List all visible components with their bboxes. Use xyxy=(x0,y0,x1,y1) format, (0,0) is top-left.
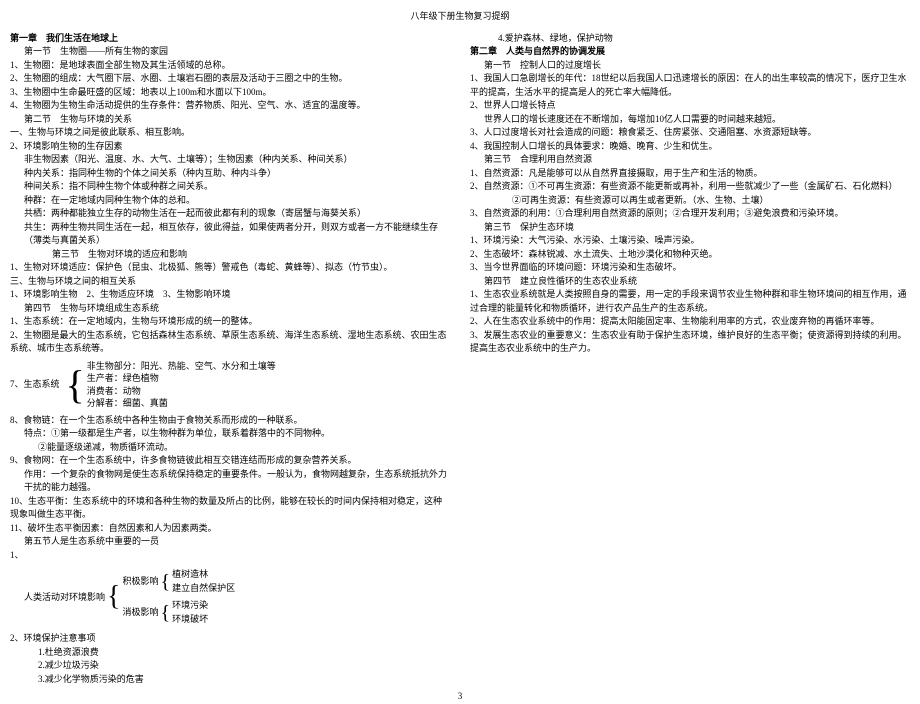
text-line: 10、生态平衡：生态系统中的环境和各种生物的数量及所占的比例，能够在较长的时间内… xyxy=(10,495,450,522)
impact-tree: 人类活动对环境影响 { 积极影响 { 植树造林 建立自然保护区 消极影响 { 环… xyxy=(24,568,450,626)
bracket-item: 生产者：绿色植物 xyxy=(87,372,276,385)
text-line: 3、发展生态农业的重要意义：生态农业有助于保护生态环境，维护良好的生态平衡；使资… xyxy=(470,329,910,356)
text-line: 2、生物圈是最大的生态系统，它包括森林生态系统、草原生态系统、海洋生态系统、湿地… xyxy=(10,329,450,356)
bracket-item: 非生物部分：阳光、热能、空气、水分和土壤等 xyxy=(87,360,276,373)
section2-title: 第二节 生物与环境的关系 xyxy=(10,113,450,127)
text-line: 2、世界人口增长特点 xyxy=(470,99,910,113)
tree-leaf: 植树造林 xyxy=(172,568,235,582)
text-line: 2、环境影响生物的生存因素 xyxy=(10,140,450,154)
bracket-items: 非生物部分：阳光、热能、空气、水分和土壤等 生产者：绿色植物 消费者：动物 分解… xyxy=(87,360,276,410)
section3-title: 第三节 合理利用自然资源 xyxy=(470,153,910,167)
section3b-title: 第三节 保护生态环境 xyxy=(470,221,910,235)
brace-icon: { xyxy=(160,607,170,619)
text-line: 1、自然资源：凡是能够可以从自然界直接摄取，用于生产和生活的物质。 xyxy=(470,167,910,181)
right-column: 4.爱护森林、绿地，保护动物 第二章 人类与自然界的协调发展 第一节 控制人口的… xyxy=(470,32,910,687)
tree-branch-label: 消极影响 xyxy=(122,606,158,620)
brace-icon: { xyxy=(160,576,170,588)
text-line: 2、生态破坏：森林锐减、水土流失、土地沙漠化和物种灭绝。 xyxy=(470,248,910,262)
left-column: 第一章 我们生活在地球上 第一节 生物圈——所有生物的家园 1、生物圈：是地球表… xyxy=(10,32,450,687)
tree-leaves: 植树造林 建立自然保护区 xyxy=(172,568,235,595)
text-line: 4.爱护森林、绿地，保护动物 xyxy=(470,32,910,46)
text-line: 2、人在生态农业系统中的作用：提高太阳能固定率、生物能利用率的方式，农业废弃物的… xyxy=(470,315,910,329)
text-line: 1.杜绝资源浪费 xyxy=(10,646,450,660)
page-header: 八年级下册生物复习提纲 xyxy=(10,10,910,24)
two-column-layout: 第一章 我们生活在地球上 第一节 生物圈——所有生物的家园 1、生物圈：是地球表… xyxy=(10,32,910,687)
text-line: 9、食物网：在一个生态系统中，许多食物链彼此相互交错连结而形成的复杂营养关系。 xyxy=(10,454,450,468)
text-line: 种群：在一定地域内同种生物个体的总和。 xyxy=(10,194,450,208)
tree-leaf: 环境破坏 xyxy=(172,613,208,627)
tree-branch-label: 积极影响 xyxy=(122,575,158,589)
text-line: 2、自然资源：①不可再生资源：有些资源不能更新或再补，利用一些就减少了一些（金属… xyxy=(470,180,910,194)
text-line: 共栖：两种都能独立生存的动物生活在一起而彼此都有利的现象（寄居蟹与海葵关系） xyxy=(10,207,450,221)
bracket-item: 消费者：动物 xyxy=(87,385,276,398)
tree-branches: 积极影响 { 植树造林 建立自然保护区 消极影响 { 环境污染 环境破坏 xyxy=(122,568,235,626)
text-line: 3.减少化学物质污染的危害 xyxy=(10,673,450,687)
bracket-item: 分解者：细菌、真菌 xyxy=(87,397,276,410)
text-line: 种内关系：指同种生物的个体之间关系（种内互助、种内斗争） xyxy=(10,167,450,181)
section3-title: 第三节 生物对环境的适应和影响 xyxy=(10,248,450,262)
text-line: 第五节人是生态系统中重要的一员 xyxy=(10,535,450,549)
text-line: 2.减少垃圾污染 xyxy=(10,659,450,673)
bracket-label: 7、生态系统 xyxy=(10,378,60,392)
text-line: 特点：①第一级都是生产者，以生物种群为单位，联系着群落中的不同物种。 xyxy=(10,427,450,441)
text-line: 1、 xyxy=(10,549,450,563)
text-line: ②可再生资源：有些资源可以再生或者更新。（水、生物、土壤） xyxy=(470,194,910,208)
text-line: 1、我国人口急剧增长的年代：18世纪以后我国人口迅速增长的原因：在人的出生率较高… xyxy=(470,72,910,99)
text-line: 非生物因素（阳光、温度、水、大气、土壤等）；生物因素（种内关系、种间关系） xyxy=(10,153,450,167)
text-line: 1、生态农业系统就是人类按照自身的需要，用一定的手段来调节农业生物种群和非生物环… xyxy=(470,288,910,315)
text-line: 4、生物圈为生物生命活动提供的生存条件：营养物质、阳光、空气、水、适宜的温度等。 xyxy=(10,99,450,113)
tree-leaves: 环境污染 环境破坏 xyxy=(172,599,208,626)
text-line: 三、生物与环境之间的相互关系 xyxy=(10,275,450,289)
chapter2-title: 第二章 人类与自然界的协调发展 xyxy=(470,45,910,59)
text-line: 3、自然资源的利用：①合理利用自然资源的原则；②合理开发利用；③避免浪费和污染环… xyxy=(470,207,910,221)
tree-label: 人类活动对环境影响 xyxy=(24,591,105,605)
text-line: 4、我国控制人口增长的具体要求：晚婚、晚育、少生和优生。 xyxy=(470,140,910,154)
chapter1-title: 第一章 我们生活在地球上 xyxy=(10,32,450,46)
text-line: 11、破坏生态平衡因素：自然因素和人为因素两类。 xyxy=(10,522,450,536)
ecosystem-bracket: 7、生态系统 { 非生物部分：阳光、热能、空气、水分和土壤等 生产者：绿色植物 … xyxy=(10,360,450,410)
text-line: 一、生物与环境之间是彼此联系、相互影响。 xyxy=(10,126,450,140)
text-line: 3、当今世界面临的环境问题：环境污染和生态破坏。 xyxy=(470,261,910,275)
brace-icon: { xyxy=(66,371,85,399)
section4-title: 第四节 生物与环境组成生态系统 xyxy=(10,302,450,316)
text-line: 作用：一个复杂的食物网是使生态系统保持稳定的重要条件。一般认为，食物网越复杂，生… xyxy=(10,468,450,495)
text-line: 种间关系：指不同种生物个体或种群之间关系。 xyxy=(10,180,450,194)
text-line: 1、生物对环境适应：保护色（昆虫、北极狐、熊等）警戒色（毒蛇、黄蜂等）、拟态（竹… xyxy=(10,261,450,275)
text-line: 世界人口的增长速度还在不断增加，每增加10亿人口需要的时间越来越短。 xyxy=(470,113,910,127)
text-line: 共生：两种生物共同生活在一起，相互依存，彼此得益，如果使两者分开，则双方或者一方… xyxy=(10,221,450,248)
text-line: 1、生物圈：是地球表面全部生物及其生活领域的总称。 xyxy=(10,59,450,73)
section4-title: 第四节 建立良性循环的生态农业系统 xyxy=(470,275,910,289)
text-line: 2、环境保护注意事项 xyxy=(10,632,450,646)
text-line: 3、人口过度增长对社会造成的问题：粮食紧乏、住房紧张、交通阻塞、水资源短缺等。 xyxy=(470,126,910,140)
text-line: 8、食物链：在一个生态系统中各种生物由于食物关系而形成的一种联系。 xyxy=(10,414,450,428)
section1-title: 第一节 生物圈——所有生物的家园 xyxy=(10,45,450,59)
text-line: 1、生态系统：在一定地域内，生物与环境形成的统一的整体。 xyxy=(10,315,450,329)
text-line: 1、环境影响生物 2、生物适应环境 3、生物影响环境 xyxy=(10,288,450,302)
tree-leaf: 环境污染 xyxy=(172,599,208,613)
page-number: 3 xyxy=(10,690,910,704)
tree-leaf: 建立自然保护区 xyxy=(172,582,235,596)
section1-title: 第一节 控制人口的过度增长 xyxy=(470,59,910,73)
text-line: 1、环境污染：大气污染、水污染、土壤污染、噪声污染。 xyxy=(470,234,910,248)
text-line: ②能量逐级递减，物质循环流动。 xyxy=(10,441,450,455)
text-line: 3、生物圈中生命最旺盛的区域：地表以上100m和水面以下100m。 xyxy=(10,86,450,100)
text-line: 2、生物圈的组成：大气圈下层、水圈、土壤岩石圈的表层及活动于三圈之中的生物。 xyxy=(10,72,450,86)
brace-icon: { xyxy=(107,589,120,606)
